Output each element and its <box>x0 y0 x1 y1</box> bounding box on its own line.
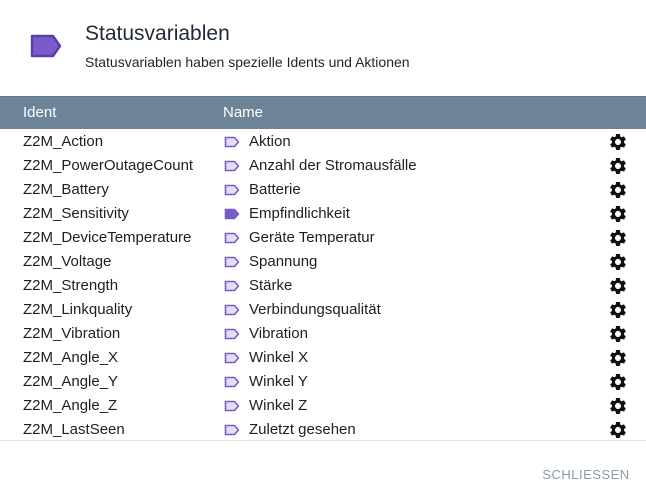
row-ident: Z2M_Angle_X <box>23 349 119 366</box>
table-row: Z2M_Linkquality Verbindungsqualität <box>0 298 646 322</box>
tag-filled-icon <box>224 208 240 220</box>
gear-icon[interactable] <box>608 252 628 272</box>
column-header-name: Name <box>223 104 264 121</box>
gear-icon[interactable] <box>608 276 628 296</box>
row-ident: Z2M_Voltage <box>23 253 112 270</box>
row-ident: Z2M_Strength <box>23 277 119 294</box>
table-row: Z2M_Sensitivity Empfindlichkeit <box>0 202 646 226</box>
row-ident: Z2M_Angle_Y <box>23 373 119 390</box>
tag-outline-icon <box>224 400 240 412</box>
column-header-ident: Ident <box>23 104 57 121</box>
gear-icon[interactable] <box>608 324 628 344</box>
row-ident: Z2M_Sensitivity <box>23 205 129 222</box>
row-ident: Z2M_Vibration <box>23 325 121 342</box>
table-row: Z2M_DeviceTemperature Geräte Temperatur <box>0 226 646 250</box>
row-name: Empfindlichkeit <box>249 205 350 222</box>
row-name: Winkel Y <box>249 373 308 390</box>
tag-outline-icon <box>224 304 240 316</box>
status-variable-list: Z2M_Action Aktion Z2M_PowerOutageCount Anza… <box>0 130 646 442</box>
table-row: Z2M_Angle_Y Winkel Y <box>0 370 646 394</box>
tag-outline-icon <box>224 256 240 268</box>
row-ident: Z2M_Action <box>23 133 104 150</box>
tag-outline-icon <box>224 352 240 364</box>
tag-outline-icon <box>224 160 240 172</box>
row-ident: Z2M_Linkquality <box>23 301 133 318</box>
gear-icon[interactable] <box>608 204 628 224</box>
row-name: Verbindungsqualität <box>249 301 381 318</box>
gear-icon[interactable] <box>608 156 628 176</box>
row-ident: Z2M_Battery <box>23 181 109 198</box>
tag-icon <box>30 34 62 58</box>
table-row: Z2M_Angle_X Winkel X <box>0 346 646 370</box>
tag-outline-icon <box>224 280 240 292</box>
row-name: Zuletzt gesehen <box>249 421 356 438</box>
tag-outline-icon <box>224 424 240 436</box>
dialog-header: Statusvariablen Statusvariablen haben sp… <box>0 0 646 96</box>
close-button[interactable]: SCHLIESSEN <box>536 462 636 488</box>
tag-outline-icon <box>224 136 240 148</box>
dialog-title: Statusvariablen <box>85 22 230 45</box>
table-row: Z2M_Action Aktion <box>0 130 646 154</box>
row-name: Winkel Z <box>249 397 308 414</box>
gear-icon[interactable] <box>608 132 628 152</box>
table-row: Z2M_Vibration Vibration <box>0 322 646 346</box>
tag-outline-icon <box>224 184 240 196</box>
row-name: Spannung <box>249 253 318 270</box>
gear-icon[interactable] <box>608 300 628 320</box>
table-row: Z2M_Strength Stärke <box>0 274 646 298</box>
row-name: Batterie <box>249 181 301 198</box>
row-ident: Z2M_PowerOutageCount <box>23 157 194 174</box>
row-name: Anzahl der Stromausfälle <box>249 157 417 174</box>
footer-divider <box>0 440 646 441</box>
gear-icon[interactable] <box>608 348 628 368</box>
tag-outline-icon <box>224 376 240 388</box>
gear-icon[interactable] <box>608 372 628 392</box>
table-row: Z2M_Angle_Z Winkel Z <box>0 394 646 418</box>
row-ident: Z2M_DeviceTemperature <box>23 229 192 246</box>
row-name: Aktion <box>249 133 291 150</box>
dialog-subtitle: Statusvariablen haben spezielle Idents u… <box>85 54 410 70</box>
gear-icon[interactable] <box>608 180 628 200</box>
row-name: Stärke <box>249 277 293 294</box>
table-row: Z2M_Voltage Spannung <box>0 250 646 274</box>
row-name: Vibration <box>249 325 308 342</box>
tag-outline-icon <box>224 232 240 244</box>
row-ident: Z2M_Angle_Z <box>23 397 118 414</box>
table-header: Ident Name <box>0 96 646 129</box>
table-row: Z2M_LastSeen Zuletzt gesehen <box>0 418 646 442</box>
table-row: Z2M_Battery Batterie <box>0 178 646 202</box>
gear-icon[interactable] <box>608 420 628 440</box>
row-name: Winkel X <box>249 349 309 366</box>
tag-outline-icon <box>224 328 240 340</box>
table-row: Z2M_PowerOutageCount Anzahl der Stromausf… <box>0 154 646 178</box>
row-name: Geräte Temperatur <box>249 229 375 246</box>
gear-icon[interactable] <box>608 228 628 248</box>
row-ident: Z2M_LastSeen <box>23 421 125 438</box>
gear-icon[interactable] <box>608 396 628 416</box>
